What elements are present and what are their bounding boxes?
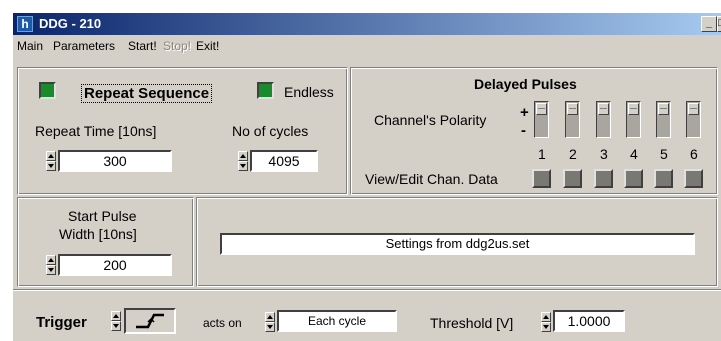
polarity-switch-5[interactable] <box>656 101 671 138</box>
chan-data-button-3[interactable] <box>594 169 613 188</box>
chan-data-button-5[interactable] <box>654 169 673 188</box>
maximize-icon[interactable]: □ <box>717 16 721 32</box>
polarity-minus: - <box>521 122 526 139</box>
channel-number: 3 <box>600 146 608 162</box>
channel-number: 1 <box>538 146 546 162</box>
menu-stop[interactable]: Stop! <box>163 39 191 53</box>
menu-main[interactable]: Main <box>17 39 43 53</box>
divider <box>13 289 721 291</box>
start-pulse-panel: Start Pulse Width [10ns] 200 <box>17 197 194 287</box>
acts-on-field[interactable]: Each cycle <box>277 310 397 332</box>
start-pulse-spinner[interactable] <box>46 255 56 275</box>
title-bar[interactable]: h DDG - 210 _ □ <box>13 13 721 35</box>
channel-number: 5 <box>660 146 668 162</box>
delayed-pulses-panel: Delayed Pulses Channel's Polarity + - 1 … <box>350 67 718 195</box>
repeat-sequence-label[interactable]: Repeat Sequence <box>81 84 213 103</box>
chan-data-button-1[interactable] <box>532 169 551 188</box>
chan-data-button-2[interactable] <box>563 169 582 188</box>
minimize-icon[interactable]: _ <box>701 16 717 32</box>
polarity-plus: + <box>520 104 529 121</box>
cycles-label: No of cycles <box>232 123 309 139</box>
endless-label[interactable]: Endless <box>284 84 334 100</box>
repeat-time-field[interactable]: 300 <box>58 150 172 172</box>
trigger-edge-button[interactable] <box>124 308 176 334</box>
channel-number: 6 <box>690 146 698 162</box>
sequence-panel: Repeat Sequence Endless Repeat Time [10n… <box>17 67 348 195</box>
rising-edge-icon <box>136 313 164 329</box>
view-edit-label: View/Edit Chan. Data <box>365 171 498 187</box>
polarity-switch-2[interactable] <box>565 101 580 138</box>
threshold-spinner[interactable] <box>541 312 551 332</box>
polarity-switch-1[interactable] <box>534 101 549 138</box>
trigger-label: Trigger <box>36 314 87 331</box>
main-window: h DDG - 210 _ □ Main Parameters Start! S… <box>12 12 721 341</box>
repeat-sequence-led[interactable] <box>39 82 56 99</box>
settings-status: Settings from ddg2us.set <box>220 233 695 255</box>
polarity-switch-6[interactable] <box>686 101 701 138</box>
menu-parameters[interactable]: Parameters <box>53 39 115 53</box>
start-pulse-label-2: Width [10ns] <box>59 226 137 242</box>
acts-on-spinner[interactable] <box>265 312 275 332</box>
window-title: DDG - 210 <box>39 16 102 31</box>
menu-exit[interactable]: Exit! <box>196 39 219 53</box>
chan-data-button-6[interactable] <box>684 169 703 188</box>
polarity-label: Channel's Polarity <box>374 112 487 128</box>
menu-bar: Main Parameters Start! Stop! Exit! <box>13 37 721 56</box>
threshold-label: Threshold [V] <box>430 315 514 331</box>
endless-led[interactable] <box>257 82 274 99</box>
acts-on-label: acts on <box>203 316 242 330</box>
polarity-switch-3[interactable] <box>596 101 611 138</box>
cycles-field[interactable]: 4095 <box>250 150 318 172</box>
trigger-spinner[interactable] <box>111 311 121 331</box>
chan-data-button-4[interactable] <box>624 169 643 188</box>
app-icon: h <box>17 16 33 32</box>
channel-number: 2 <box>569 146 577 162</box>
repeat-time-spinner[interactable] <box>46 151 56 171</box>
cycles-spinner[interactable] <box>238 151 248 171</box>
delayed-pulses-title: Delayed Pulses <box>474 76 577 92</box>
settings-panel: Settings from ddg2us.set <box>196 197 718 287</box>
repeat-time-label: Repeat Time [10ns] <box>35 123 157 139</box>
menu-start[interactable]: Start! <box>128 39 157 53</box>
start-pulse-field[interactable]: 200 <box>58 254 172 276</box>
polarity-switch-4[interactable] <box>626 101 641 138</box>
threshold-field[interactable]: 1.0000 <box>553 310 625 332</box>
start-pulse-label-1: Start Pulse <box>68 208 137 224</box>
channel-number: 4 <box>630 146 638 162</box>
